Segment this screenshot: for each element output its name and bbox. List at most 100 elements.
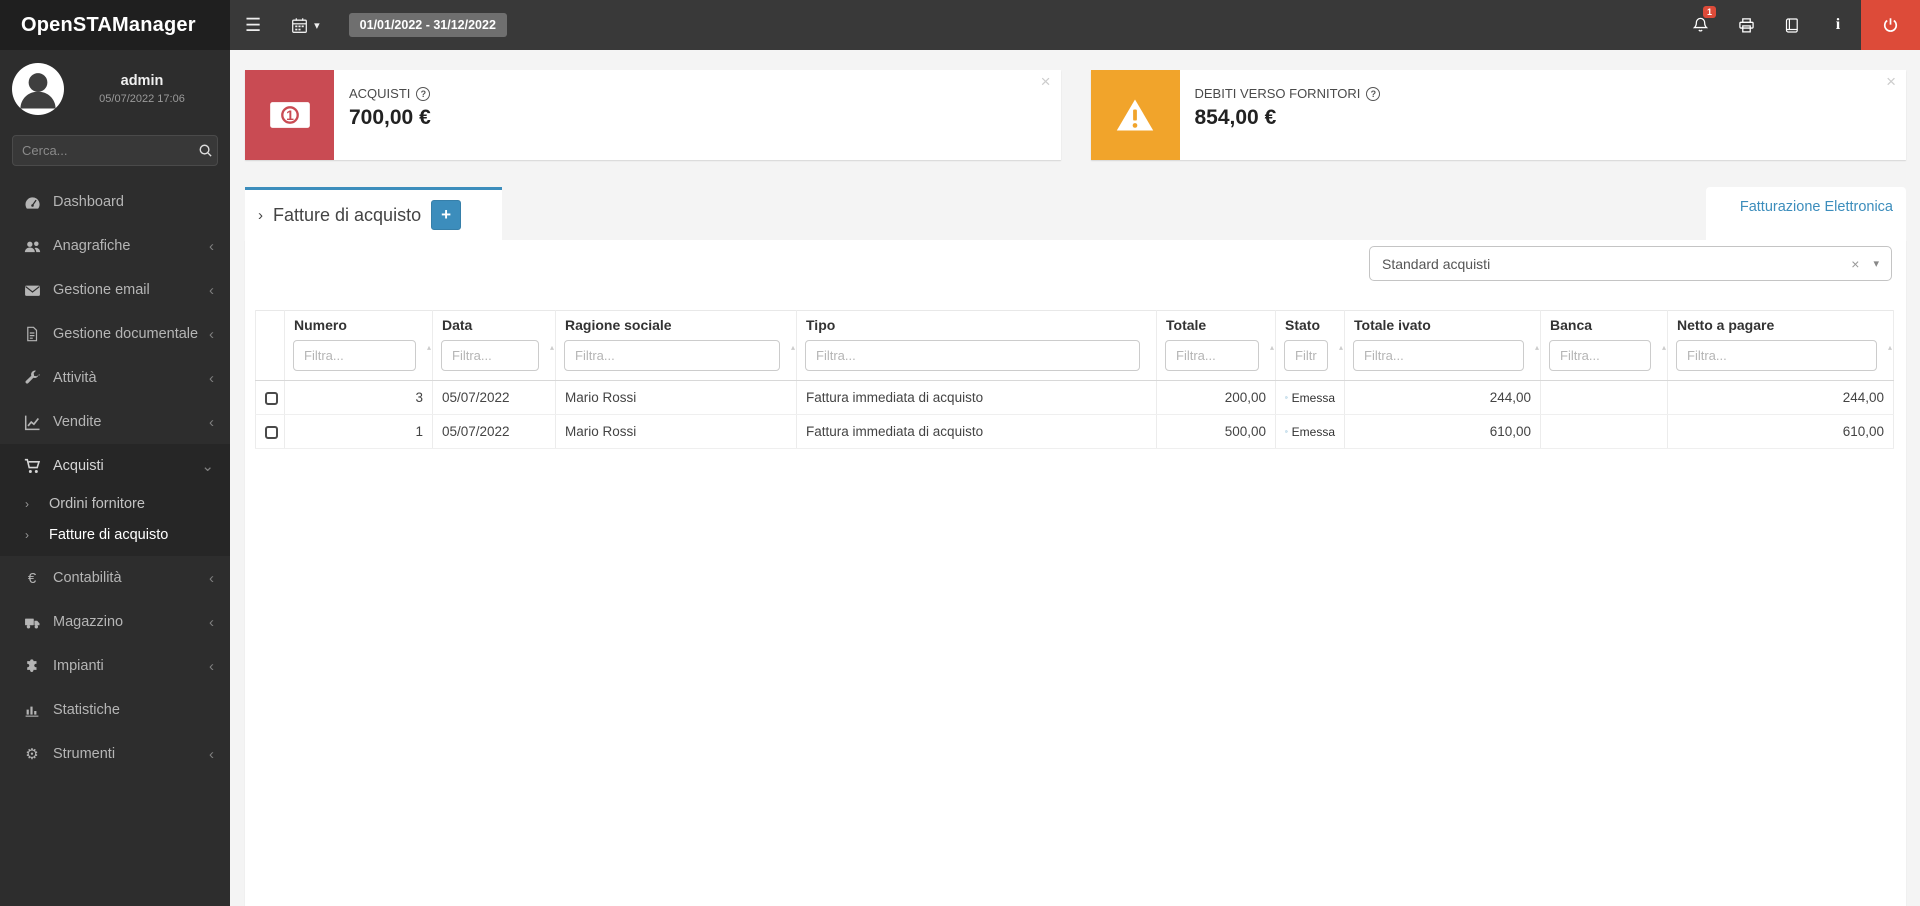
records-table: Numero Data Ragione sociale Tipo Totale … bbox=[255, 310, 1894, 449]
info-button[interactable]: i bbox=[1815, 0, 1861, 50]
filter-banca-input[interactable] bbox=[1549, 340, 1651, 371]
sidebar-item-acquisti[interactable]: Acquisti ⌄ bbox=[0, 444, 230, 488]
chevron-right-icon: › bbox=[25, 527, 29, 542]
date-range-badge[interactable]: 01/01/2022 - 31/12/2022 bbox=[348, 13, 507, 37]
sidebar-item-attivita[interactable]: Attività ‹ bbox=[0, 356, 230, 400]
chevron-left-icon: ‹ bbox=[209, 613, 214, 631]
filter-ragione-sociale-input[interactable] bbox=[564, 340, 780, 371]
sort-icons[interactable]: ▴ bbox=[550, 344, 554, 352]
close-icon[interactable]: × bbox=[1886, 73, 1896, 90]
gear-icon: ⚙ bbox=[25, 746, 39, 763]
col-numero: Numero bbox=[284, 310, 433, 335]
user-name: admin bbox=[120, 73, 164, 89]
sidebar-item-contabilita[interactable]: € Contabilità ‹ bbox=[0, 556, 230, 600]
sidebar-item-statistiche[interactable]: Statistiche bbox=[0, 688, 230, 732]
sidebar-item-impianti[interactable]: Impianti ‹ bbox=[0, 644, 230, 688]
table-row[interactable]: 3 05/07/2022 Mario Rossi Fattura immedia… bbox=[255, 380, 1894, 415]
hamburger-icon: ☰ bbox=[245, 14, 262, 35]
clock-icon bbox=[1285, 430, 1288, 433]
col-totale: Totale bbox=[1156, 310, 1276, 335]
row-checkbox[interactable] bbox=[265, 391, 278, 405]
caret-down-icon: ▾ bbox=[314, 19, 320, 32]
sidebar-subitem-ordini-fornitore[interactable]: › Ordini fornitore bbox=[0, 488, 230, 519]
document-icon bbox=[20, 326, 44, 342]
row-checkbox[interactable] bbox=[265, 425, 278, 439]
sort-icons[interactable]: ▴ bbox=[1339, 344, 1343, 352]
filter-totale-input[interactable] bbox=[1165, 340, 1259, 371]
sidebar-item-magazzino[interactable]: Magazzino ‹ bbox=[0, 600, 230, 644]
sidebar-item-vendite[interactable]: Vendite ‹ bbox=[0, 400, 230, 444]
period-picker-button[interactable]: ▾ bbox=[276, 0, 335, 50]
search-icon[interactable] bbox=[198, 143, 213, 158]
sort-icons[interactable]: ▴ bbox=[1662, 344, 1666, 352]
calendar-icon bbox=[291, 17, 308, 34]
logout-button[interactable] bbox=[1861, 0, 1920, 50]
app-logo[interactable]: OpenSTAManager bbox=[0, 0, 230, 50]
filter-totale-ivato-input[interactable] bbox=[1353, 340, 1524, 371]
sidebar: admin 05/07/2022 17:06 Dashboard Anagraf… bbox=[0, 50, 230, 906]
sort-icons[interactable]: ▴ bbox=[1270, 344, 1274, 352]
notifications-button[interactable]: 1 bbox=[1677, 0, 1723, 50]
filter-data-input[interactable] bbox=[441, 340, 539, 371]
col-banca: Banca bbox=[1540, 310, 1668, 335]
chevron-left-icon: ‹ bbox=[209, 325, 214, 343]
content-panel: Standard acquisti × ▾ Numero Data Ragion… bbox=[245, 240, 1906, 906]
filter-stato-input[interactable] bbox=[1284, 340, 1328, 371]
col-stato: Stato bbox=[1275, 310, 1345, 335]
card-value: 854,00 € bbox=[1194, 106, 1277, 129]
add-record-button[interactable]: + bbox=[431, 200, 462, 230]
chevron-left-icon: ‹ bbox=[209, 369, 214, 387]
header-row: Numero Data Ragione sociale Tipo Totale … bbox=[255, 310, 1894, 335]
notification-count-badge: 1 bbox=[1702, 6, 1716, 18]
info-icon: i bbox=[1835, 16, 1841, 33]
wrench-icon bbox=[20, 370, 44, 386]
card-title: DEBITI VERSO FORNITORI bbox=[1194, 86, 1361, 101]
sidebar-subitem-fatture-di-acquisto[interactable]: › Fatture di acquisto bbox=[0, 519, 230, 550]
clear-selection-icon[interactable]: × bbox=[1837, 256, 1873, 272]
col-ragione-sociale: Ragione sociale bbox=[555, 310, 797, 335]
card-title: ACQUISTI bbox=[349, 86, 411, 101]
help-icon[interactable]: ? bbox=[1366, 86, 1381, 101]
sort-icons[interactable]: ▴ bbox=[1535, 344, 1539, 352]
card-value: 700,00 € bbox=[349, 106, 431, 129]
avatar[interactable] bbox=[12, 63, 64, 115]
sort-icons[interactable]: ▴ bbox=[427, 344, 431, 352]
sort-icons[interactable]: ▴ bbox=[1888, 344, 1892, 352]
chevron-down-icon: ⌄ bbox=[201, 458, 214, 475]
bell-icon bbox=[1692, 16, 1709, 34]
search-input[interactable] bbox=[22, 143, 198, 158]
page-title: Fatture di acquisto bbox=[273, 204, 422, 225]
filter-netto-input[interactable] bbox=[1676, 340, 1877, 371]
power-icon bbox=[1882, 17, 1899, 34]
chevron-left-icon: ‹ bbox=[209, 413, 214, 431]
printer-icon bbox=[1738, 17, 1755, 34]
filter-tipo-input[interactable] bbox=[805, 340, 1140, 371]
docs-button[interactable] bbox=[1769, 0, 1815, 50]
plugin-select[interactable]: Standard acquisti × ▾ bbox=[1369, 246, 1892, 281]
status-badge: Emessa bbox=[1285, 415, 1335, 448]
sidebar-menu: Dashboard Anagrafiche ‹ Gestione email ‹ bbox=[0, 180, 230, 776]
sidebar-toggle-button[interactable]: ☰ bbox=[230, 0, 276, 50]
card-acquisti: 1 ACQUISTI ? 700,00 € × bbox=[245, 70, 1061, 160]
sidebar-item-gestione-email[interactable]: Gestione email ‹ bbox=[0, 268, 230, 312]
filter-numero-input[interactable] bbox=[293, 340, 416, 371]
sidebar-item-dashboard[interactable]: Dashboard bbox=[0, 180, 230, 224]
fatturazione-elettronica-link[interactable]: Fatturazione Elettronica bbox=[1740, 199, 1893, 215]
chevron-left-icon: ‹ bbox=[209, 657, 214, 675]
sidebar-item-anagrafiche[interactable]: Anagrafiche ‹ bbox=[0, 224, 230, 268]
dropdown-arrow-icon[interactable]: ▾ bbox=[1873, 257, 1879, 270]
tab-fatture-di-acquisto[interactable]: › Fatture di acquisto + bbox=[245, 187, 502, 240]
users-icon bbox=[20, 238, 44, 255]
table-row[interactable]: 1 05/07/2022 Mario Rossi Fattura immedia… bbox=[255, 414, 1894, 449]
warning-triangle-icon bbox=[1090, 70, 1180, 160]
sidebar-item-gestione-documentale[interactable]: Gestione documentale ‹ bbox=[0, 312, 230, 356]
col-tipo: Tipo bbox=[796, 310, 1157, 335]
main-content: 1 ACQUISTI ? 700,00 € × DEBITI VERSO FOR… bbox=[230, 50, 1920, 906]
close-icon[interactable]: × bbox=[1041, 73, 1051, 90]
sort-icons[interactable]: ▴ bbox=[791, 344, 795, 352]
chevron-right-icon: › bbox=[258, 206, 263, 224]
help-icon[interactable]: ? bbox=[416, 86, 431, 101]
filter-row: ▴ ▴ ▴ ▴ ▴ ▴ ▴ ▴ bbox=[255, 335, 1894, 381]
sidebar-item-strumenti[interactable]: ⚙ Strumenti ‹ bbox=[0, 732, 230, 776]
print-button[interactable] bbox=[1723, 0, 1769, 50]
